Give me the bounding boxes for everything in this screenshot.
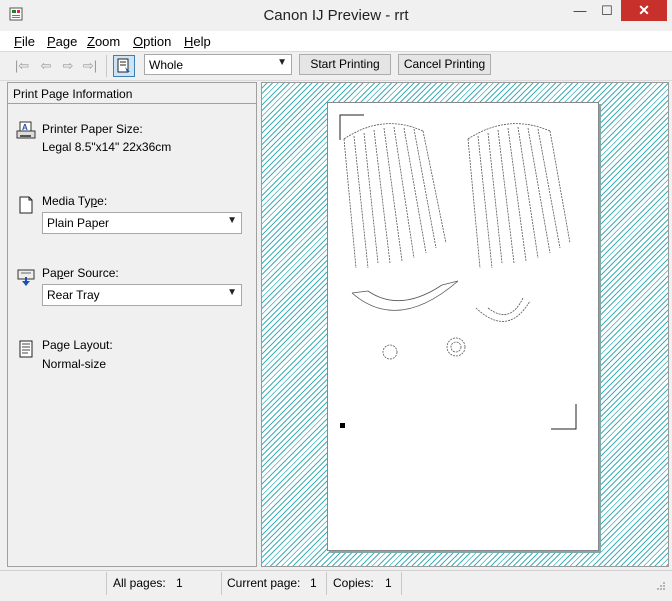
all-pages-label: All pages: xyxy=(113,576,166,590)
title-bar: Canon IJ Preview - rrt — ☐ ✕ xyxy=(0,0,672,30)
media-type-value: Plain Paper xyxy=(47,216,110,230)
page-info-toggle-button[interactable] xyxy=(113,55,135,77)
preview-area[interactable] xyxy=(261,82,669,567)
paper-source-select[interactable]: Rear Tray ▼ xyxy=(42,284,242,306)
print-page-information-panel: Print Page Information A Printer Paper S… xyxy=(7,82,257,567)
menu-bar: File Page Zoom Option Help xyxy=(0,31,672,51)
menu-zoom[interactable]: Zoom xyxy=(87,34,120,49)
printer-paper-size-value: Legal 8.5"x14" 22x36cm xyxy=(42,140,172,154)
start-printing-button[interactable]: Start Printing xyxy=(299,54,391,75)
menu-help[interactable]: Help xyxy=(184,34,211,49)
media-type-label: Media Type: xyxy=(42,194,108,208)
status-cell-copies: Copies: 1 xyxy=(326,572,401,595)
media-type-icon xyxy=(19,196,33,214)
copies-value: 1 xyxy=(385,576,392,590)
page-content-drawing xyxy=(339,114,577,430)
paper-source-icon xyxy=(17,269,35,286)
page-info-icon xyxy=(117,58,130,73)
zoom-select[interactable]: Whole ▼ xyxy=(144,54,292,75)
chevron-down-icon: ▼ xyxy=(277,57,287,68)
toolbar-separator xyxy=(106,55,107,77)
page-layout-label: Page Layout: xyxy=(42,338,113,352)
printer-paper-size-label: Printer Paper Size: xyxy=(42,122,143,136)
toolbar: |⇦ ⇦ ⇨ ⇨| Whole ▼ Start Printing Cancel … xyxy=(0,51,672,81)
first-page-icon[interactable]: |⇦ xyxy=(14,59,30,72)
status-cell-all-pages: All pages: 1 xyxy=(106,572,221,595)
resize-grip-icon[interactable] xyxy=(654,581,666,593)
menu-file[interactable]: File xyxy=(14,34,35,49)
close-button[interactable]: ✕ xyxy=(621,0,667,21)
previous-page-icon[interactable]: ⇦ xyxy=(38,59,54,72)
chevron-down-icon: ▼ xyxy=(227,287,237,298)
current-page-value: 1 xyxy=(310,576,317,590)
page-preview xyxy=(327,102,599,551)
paper-source-label: Paper Source: xyxy=(42,266,119,280)
maximize-button[interactable]: ☐ xyxy=(594,0,620,21)
page-layout-value: Normal-size xyxy=(42,357,107,371)
status-bar: All pages: 1 Current page: 1 Copies: 1 xyxy=(0,570,672,601)
status-cell-current-page: Current page: 1 xyxy=(221,572,326,595)
all-pages-value: 1 xyxy=(176,576,183,590)
printer-paper-size-icon: A xyxy=(16,121,36,139)
menu-option[interactable]: Option xyxy=(133,34,171,49)
status-cell-empty xyxy=(401,572,652,595)
chevron-down-icon: ▼ xyxy=(227,215,237,226)
minimize-button[interactable]: — xyxy=(567,0,593,21)
page-layout-icon xyxy=(19,340,33,358)
zoom-select-value: Whole xyxy=(149,58,184,72)
copies-label: Copies: xyxy=(333,576,374,590)
cancel-printing-button[interactable]: Cancel Printing xyxy=(398,54,491,75)
panel-title: Print Page Information xyxy=(13,87,133,101)
next-page-icon[interactable]: ⇨ xyxy=(60,59,76,72)
current-page-label: Current page: xyxy=(227,576,301,590)
media-type-select[interactable]: Plain Paper ▼ xyxy=(42,212,242,234)
panel-header: Print Page Information xyxy=(8,83,256,104)
paper-source-value: Rear Tray xyxy=(47,288,100,302)
menu-page[interactable]: Page xyxy=(47,34,77,49)
last-page-icon[interactable]: ⇨| xyxy=(82,59,98,72)
